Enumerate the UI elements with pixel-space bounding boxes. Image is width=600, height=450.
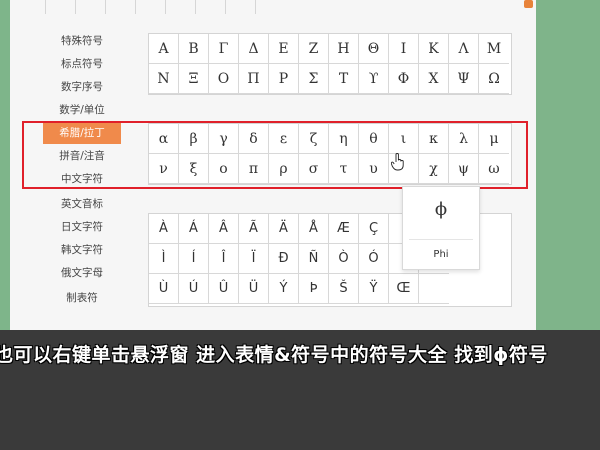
sidebar-item[interactable]: 标点符号	[48, 53, 116, 75]
top-tab[interactable]	[255, 0, 286, 14]
symbol-cell[interactable]: Þ	[299, 274, 329, 304]
app-screen: 特殊符号 标点符号 数字序号 数学/单位 希腊/拉丁 拼音/注音 中文字符 英文音标 日文字符韩…	[0, 0, 600, 330]
top-tab[interactable]	[195, 0, 226, 14]
symbol-cell[interactable]: Τ	[329, 64, 359, 94]
symbol-cell[interactable]: Ù	[149, 274, 179, 304]
symbol-cell[interactable]: Ε	[269, 34, 299, 64]
symbol-cell[interactable]: Ω	[479, 64, 509, 94]
symbol-cell[interactable]: Œ	[389, 274, 419, 304]
symbol-cell[interactable]: Ο	[209, 64, 239, 94]
symbol-cell[interactable]: Â	[209, 214, 239, 244]
highlight-annotation-box	[22, 121, 528, 189]
scrollbar-thumb[interactable]	[524, 0, 533, 8]
symbol-cell[interactable]: Å	[299, 214, 329, 244]
symbol-cell[interactable]: Μ	[479, 34, 509, 64]
symbol-cell[interactable]: Ð	[269, 244, 299, 274]
subtitle-text: 也可以右键单击悬浮窗 进入表情&符号中的符号大全 找到ϕ符号	[0, 344, 548, 366]
symbol-cell[interactable]: Ν	[149, 64, 179, 94]
symbol-cell[interactable]: Ζ	[299, 34, 329, 64]
symbol-cell[interactable]: Ò	[329, 244, 359, 274]
symbol-cell[interactable]: Σ	[299, 64, 329, 94]
symbol-cell[interactable]: Κ	[419, 34, 449, 64]
symbol-cell[interactable]: Ñ	[299, 244, 329, 274]
window-frame-left	[0, 0, 10, 330]
symbol-cell[interactable]: ϒ	[359, 64, 389, 94]
symbol-cell[interactable]: Î	[209, 244, 239, 274]
sidebar-item[interactable]: 日文字符	[48, 216, 116, 238]
symbol-cell[interactable]: Ú	[179, 274, 209, 304]
sidebar-item[interactable]: 特殊符号	[48, 30, 116, 52]
symbol-cell[interactable]: Ï	[239, 244, 269, 274]
top-tab[interactable]	[225, 0, 256, 14]
symbol-cell[interactable]	[419, 274, 449, 304]
symbol-cell[interactable]: Ρ	[269, 64, 299, 94]
symbol-preview-popup: ϕ Phi	[402, 186, 480, 270]
symbol-cell[interactable]: Δ	[239, 34, 269, 64]
hand-cursor-icon	[391, 153, 404, 171]
sidebar-item[interactable]: 数字序号	[48, 76, 116, 98]
sidebar-item[interactable]: 数学/单位	[48, 99, 116, 121]
symbol-cell[interactable]: Π	[239, 64, 269, 94]
sidebar-item[interactable]: 英文音标	[48, 193, 116, 215]
symbol-cell[interactable]: Ü	[239, 274, 269, 304]
symbol-cell[interactable]: Ä	[269, 214, 299, 244]
popup-symbol: ϕ	[434, 199, 448, 220]
symbol-cell[interactable]: Ì	[149, 244, 179, 274]
sidebar-item[interactable]: 韩文字符	[48, 239, 116, 261]
symbol-cell[interactable]: Ó	[359, 244, 389, 274]
symbol-cell[interactable]: Í	[179, 244, 209, 274]
video-subtitle: 也可以右键单击悬浮窗 进入表情&符号中的符号大全 找到ϕ符号	[0, 336, 600, 366]
sidebar-item[interactable]: 俄文字母	[48, 262, 116, 284]
popup-divider	[409, 239, 473, 240]
symbol-cell[interactable]: Η	[329, 34, 359, 64]
symbol-cell[interactable]: Ÿ	[359, 274, 389, 304]
top-tab[interactable]	[105, 0, 136, 14]
symbol-cell[interactable]: Ç	[359, 214, 389, 244]
symbol-cell[interactable]: Α	[149, 34, 179, 64]
symbol-cell[interactable]: Θ	[359, 34, 389, 64]
symbol-cell[interactable]: Š	[329, 274, 359, 304]
symbol-cell[interactable]: À	[149, 214, 179, 244]
symbol-cell[interactable]: Λ	[449, 34, 479, 64]
greek-uppercase-grid: ΑΒΓΔΕΖΗΘΙΚΛΜ ΝΞΟΠΡΣΤϒΦΧΨΩ	[148, 33, 512, 95]
symbol-cell[interactable]: Ι	[389, 34, 419, 64]
symbol-cell[interactable]: Ã	[239, 214, 269, 244]
symbol-cell[interactable]: Á	[179, 214, 209, 244]
top-tab[interactable]	[165, 0, 196, 14]
symbol-cell[interactable]: Ψ	[449, 64, 479, 94]
popup-symbol-name: Phi	[433, 249, 449, 260]
symbol-cell[interactable]: Φ	[389, 64, 419, 94]
symbol-cell[interactable]: Æ	[329, 214, 359, 244]
symbol-cell[interactable]: Ξ	[179, 64, 209, 94]
top-tab[interactable]	[75, 0, 106, 14]
symbol-cell[interactable]: Χ	[419, 64, 449, 94]
window-frame-right	[536, 0, 600, 330]
symbol-cell[interactable]: Β	[179, 34, 209, 64]
sidebar-item[interactable]: 制表符	[48, 287, 116, 309]
top-tab-strip	[45, 0, 535, 14]
symbol-cell[interactable]: Û	[209, 274, 239, 304]
top-tab[interactable]	[135, 0, 166, 14]
symbol-cell[interactable]: Γ	[209, 34, 239, 64]
symbol-cell[interactable]: Ý	[269, 274, 299, 304]
top-tab[interactable]	[45, 0, 76, 14]
